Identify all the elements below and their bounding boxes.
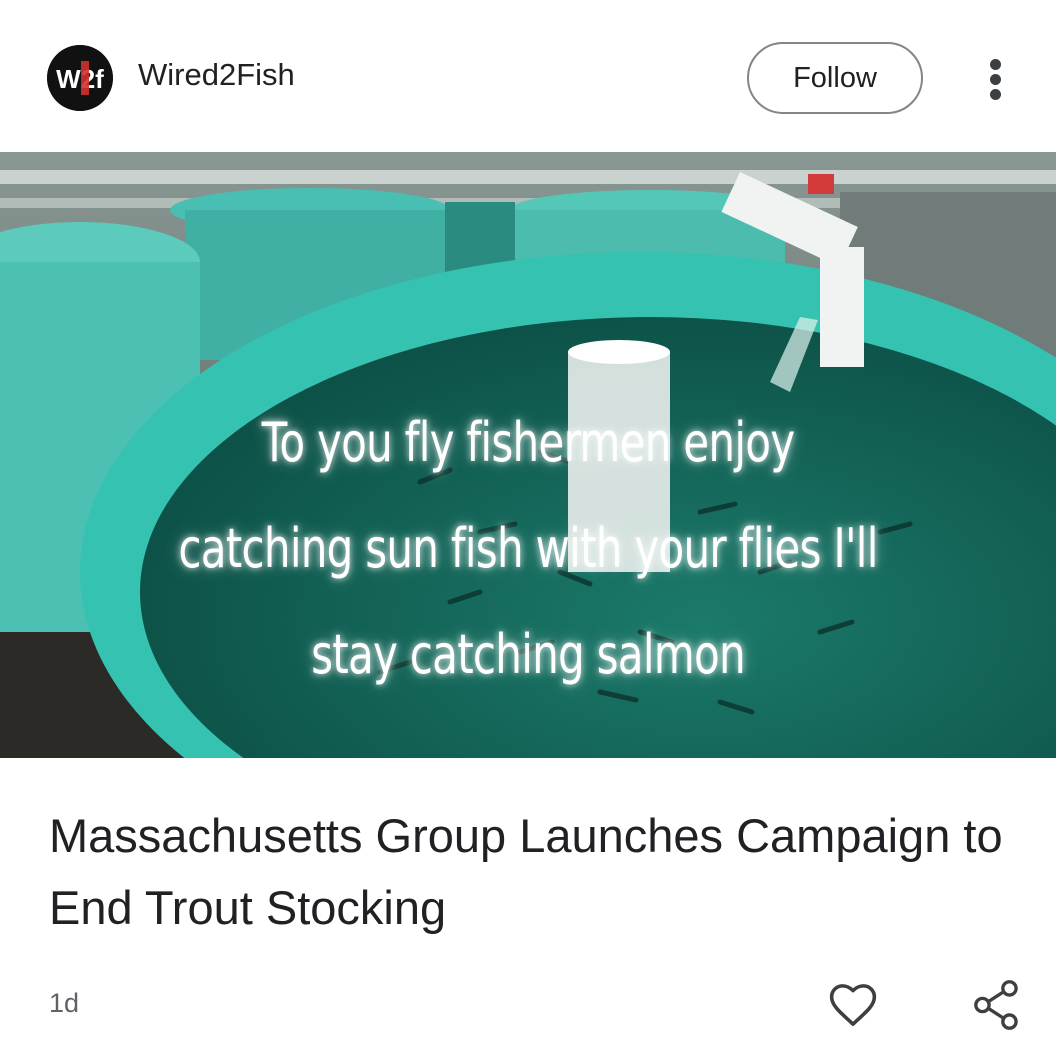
publisher-name[interactable]: Wired2Fish — [138, 57, 295, 93]
share-icon[interactable] — [972, 978, 1022, 1032]
overlay-caption: To you fly fishermen enjoy catching sun … — [147, 390, 908, 708]
post-header: W2f Wired2Fish Follow — [0, 0, 1056, 152]
caption-line: stay catching salmon — [311, 623, 746, 686]
caption-line: catching sun fish with your flies I'll — [178, 517, 878, 580]
svg-text:W2f: W2f — [56, 64, 104, 94]
post-age: 1d — [49, 988, 80, 1018]
follow-button[interactable]: Follow — [747, 42, 923, 114]
more-vert-icon[interactable] — [981, 57, 1011, 101]
article-headline[interactable]: Massachusetts Group Launches Campaign to… — [49, 800, 1009, 944]
publisher-logo[interactable]: W2f — [47, 45, 113, 111]
caption-line: To you fly fishermen enjoy — [261, 411, 796, 474]
article-image[interactable]: To you fly fishermen enjoy catching sun … — [0, 152, 1056, 758]
heart-outline-icon[interactable] — [826, 978, 880, 1032]
